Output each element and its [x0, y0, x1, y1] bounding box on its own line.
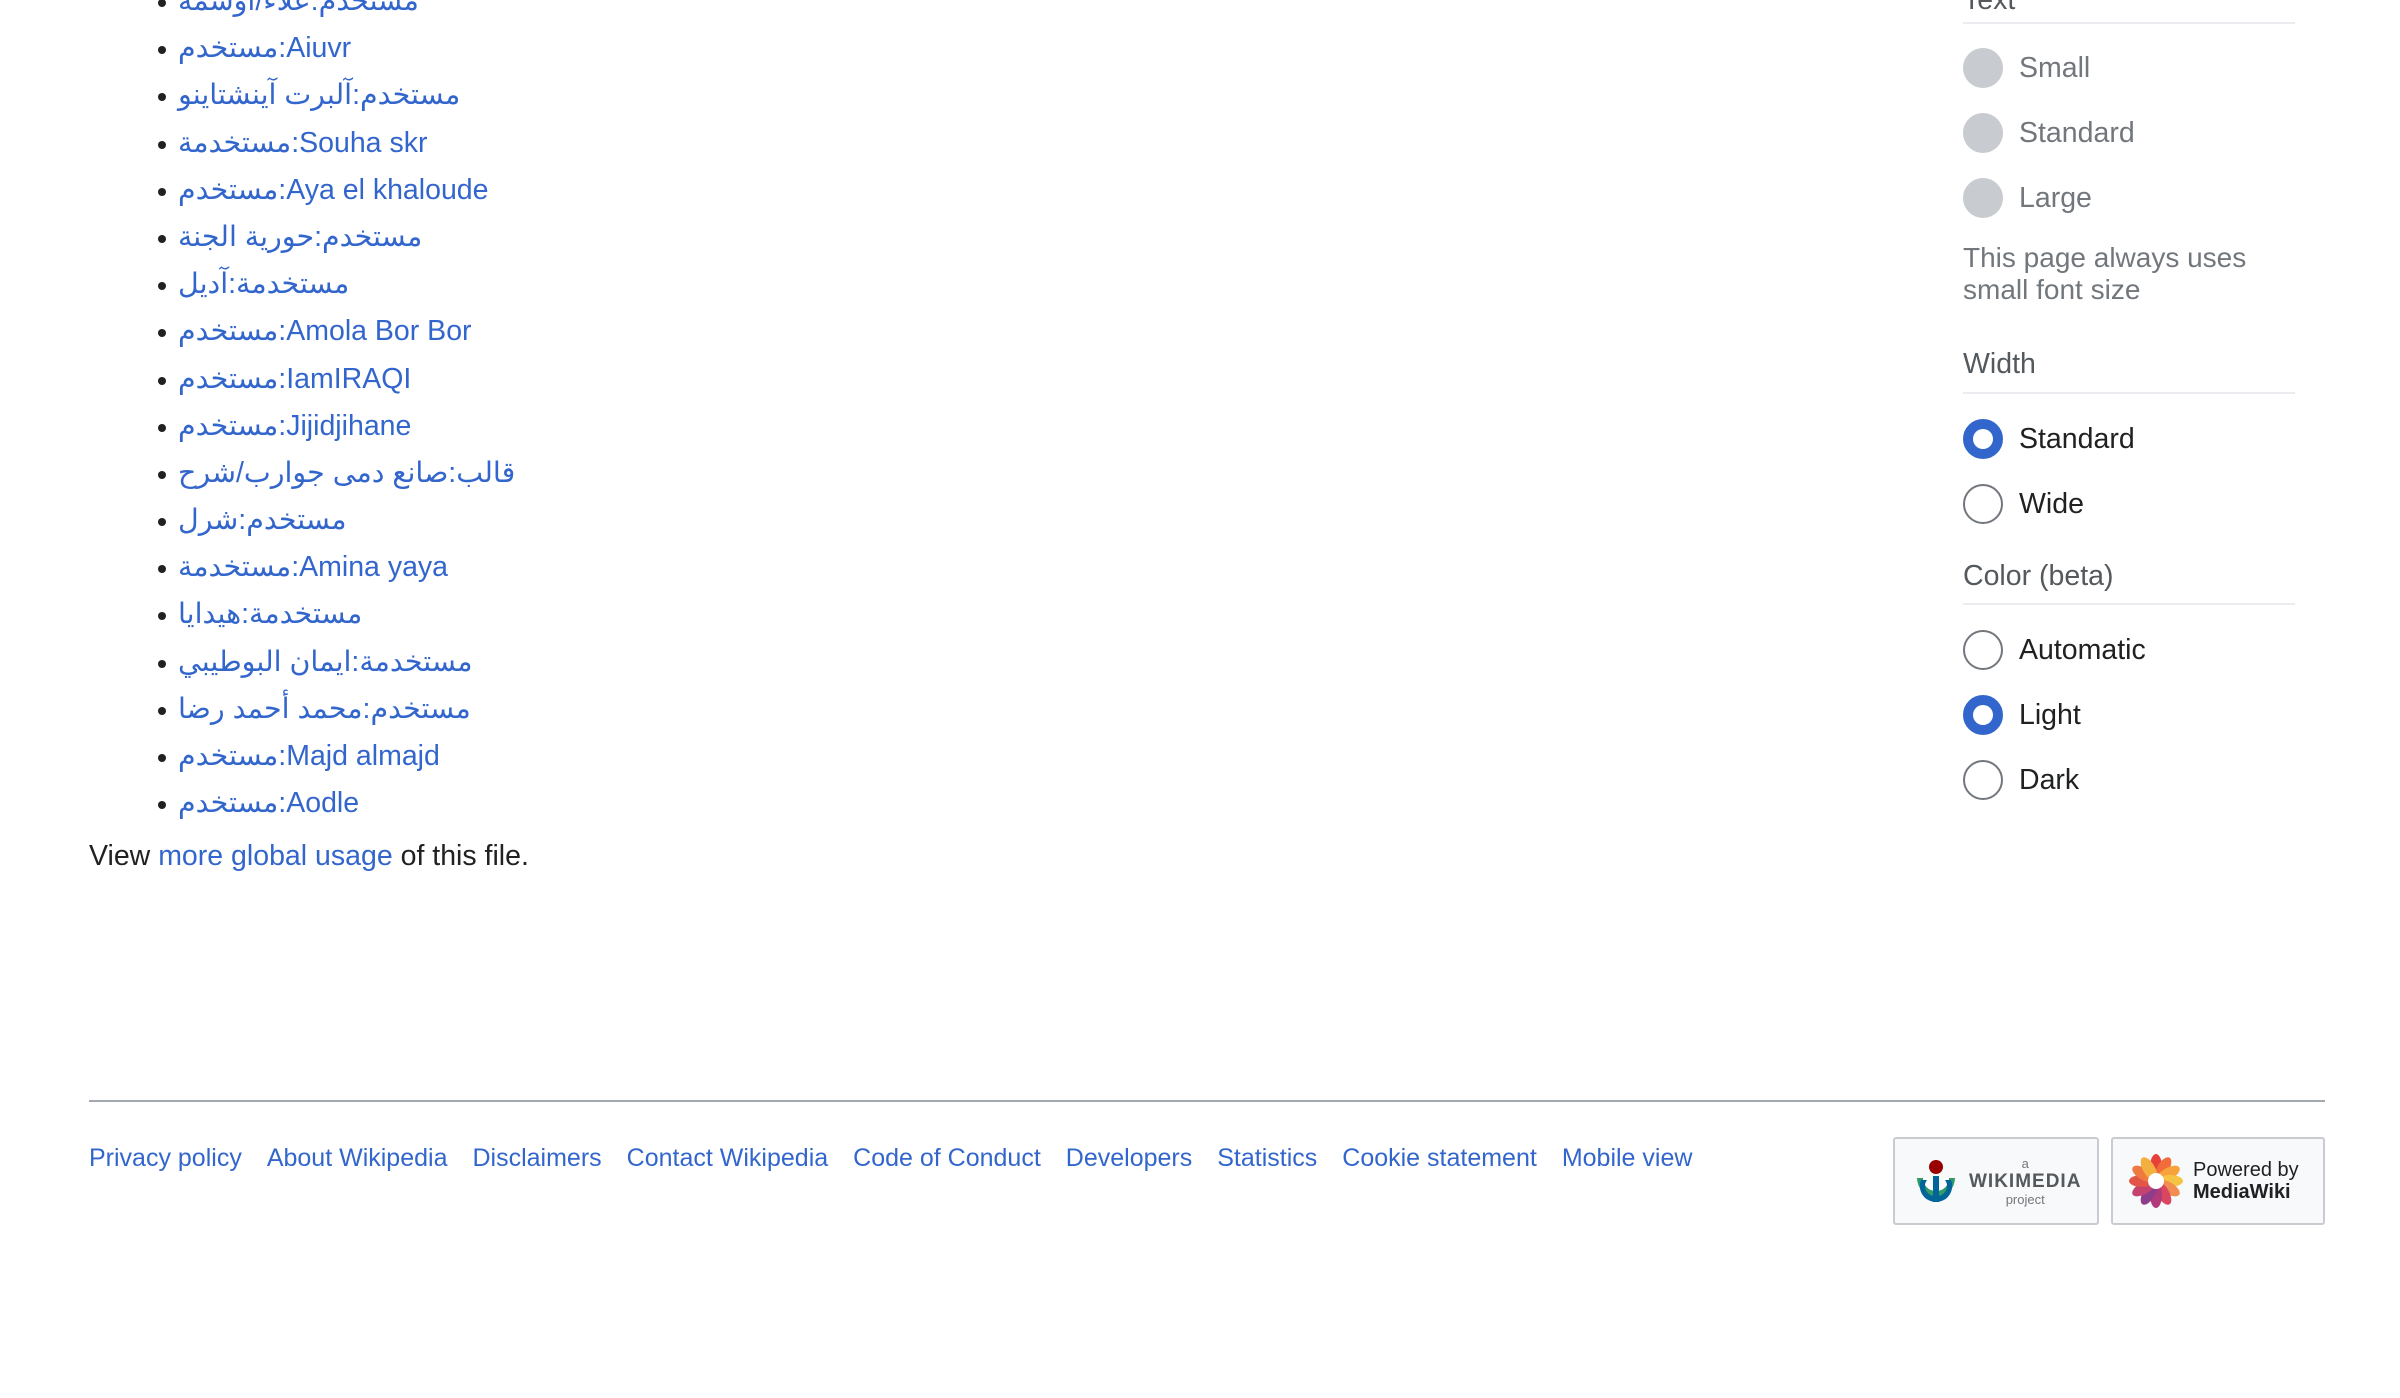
list-item: مستخدم:Aya el khaloude	[157, 167, 515, 214]
list-item: مستخدمة:Amina yaya	[157, 544, 515, 591]
section-divider	[1963, 22, 2295, 24]
section-divider	[1963, 392, 2295, 394]
footer-link-code-of-conduct[interactable]: Code of Conduct	[853, 1144, 1041, 1173]
footer-link-privacy-policy[interactable]: Privacy policy	[89, 1144, 242, 1173]
usage-link[interactable]: مستخدم:Aya el khaloude	[178, 174, 489, 206]
radio-color-light[interactable]	[1963, 695, 2003, 735]
wikimedia-project-badge[interactable]: a WIKIMEDIA project	[1893, 1137, 2099, 1225]
color-light-option[interactable]: Light	[1963, 695, 2081, 735]
usage-link[interactable]: مستخدمة:آديل	[178, 268, 349, 300]
powered-by-mediawiki-badge[interactable]: Powered by MediaWiki	[2111, 1137, 2325, 1225]
radio-label-width-standard: Standard	[2019, 422, 2135, 455]
radio-label-large: Large	[2019, 181, 2092, 214]
radio-width-standard[interactable]	[1963, 419, 2003, 459]
mediawiki-sunflower-icon	[2129, 1154, 2183, 1208]
list-item: مستخدمة:Souha skr	[157, 120, 515, 167]
footer-link-statistics[interactable]: Statistics	[1217, 1144, 1317, 1173]
footer-link-cookie-statement[interactable]: Cookie statement	[1342, 1144, 1537, 1173]
usage-link[interactable]: مستخدم:محمد أحمد رضا	[178, 693, 471, 725]
usage-link[interactable]: مستخدمة:Amina yaya	[178, 551, 448, 583]
usage-link[interactable]: مستخدم:Aiuvr	[178, 32, 351, 64]
color-section-title: Color (beta)	[1963, 560, 2114, 592]
usage-link[interactable]: مستخدم:Aodle	[178, 787, 359, 819]
usage-link[interactable]: مستخدمة:هيدايا	[178, 598, 362, 630]
list-item: قالب:صانع دمى جوارب/شرح	[157, 450, 515, 497]
more-global-usage-link[interactable]: more global usage	[158, 840, 393, 872]
list-item: مستخدمة:هيدايا	[157, 591, 515, 638]
radio-label-color-light: Light	[2019, 698, 2081, 731]
width-standard-option[interactable]: Standard	[1963, 419, 2135, 459]
list-item: مستخدم:Jijidjihane	[157, 403, 515, 450]
usage-link[interactable]: مستخدمة:Souha skr	[178, 127, 427, 159]
font-size-note: This page always uses small font size	[1963, 242, 2247, 305]
usage-link[interactable]: مستخدم:Jijidjihane	[178, 410, 411, 442]
usage-link[interactable]: مستخدم:شرل	[178, 504, 347, 536]
section-divider	[1963, 603, 2295, 605]
text-size-large-option[interactable]: Large	[1963, 178, 2092, 218]
radio-large[interactable]	[1963, 178, 2003, 218]
radio-color-automatic[interactable]	[1963, 630, 2003, 670]
usage-link[interactable]: مستخدم:علاء/أوسمة	[178, 0, 419, 17]
radio-label-standard-text: Standard	[2019, 116, 2135, 149]
usage-link[interactable]: قالب:صانع دمى جوارب/شرح	[178, 457, 515, 489]
list-item: مستخدم:Aiuvr	[157, 25, 515, 72]
text-size-small-option[interactable]: Small	[1963, 48, 2090, 88]
list-item: مستخدم:محمد أحمد رضا	[157, 686, 515, 733]
usage-link[interactable]: مستخدم:IamIRAQI	[178, 363, 411, 395]
usage-link[interactable]: مستخدمة:ايمان البوطيبي	[178, 646, 473, 678]
mediawiki-wordmark: Powered by MediaWiki	[2193, 1159, 2299, 1203]
radio-label-small: Small	[2019, 51, 2091, 84]
usage-link[interactable]: مستخدم:حورية الجنة	[178, 221, 422, 253]
list-item: مستخدم:حورية الجنة	[157, 214, 515, 261]
more-usage-prefix: View	[89, 840, 159, 872]
usage-link[interactable]: مستخدم:آلبرت آينشتاينو	[178, 79, 460, 111]
usage-link[interactable]: مستخدم:Amola Bor Bor	[178, 315, 472, 347]
list-item: مستخدم:شرل	[157, 497, 515, 544]
color-dark-option[interactable]: Dark	[1963, 760, 2079, 800]
footer-divider	[89, 1100, 2325, 1102]
width-wide-option[interactable]: Wide	[1963, 484, 2084, 524]
radio-small[interactable]	[1963, 48, 2003, 88]
list-item: مستخدم:Aodle	[157, 780, 515, 827]
list-item: مستخدم:Majd almajd	[157, 733, 515, 780]
radio-color-dark[interactable]	[1963, 760, 2003, 800]
radio-label-color-automatic: Automatic	[2019, 633, 2146, 666]
wikimedia-wordmark: a WIKIMEDIA project	[1969, 1155, 2082, 1207]
width-section-title: Width	[1963, 348, 2036, 380]
list-item: مستخدم:Amola Bor Bor	[157, 308, 515, 355]
footer-links: Privacy policy About Wikipedia Disclaime…	[89, 1144, 1717, 1173]
radio-width-wide[interactable]	[1963, 484, 2003, 524]
list-item: مستخدم:IamIRAQI	[157, 356, 515, 403]
footer-link-contact[interactable]: Contact Wikipedia	[627, 1144, 828, 1173]
global-usage-list: مستخدم:علاء/أوسمة مستخدم:Aiuvr مستخدم:آل…	[157, 0, 515, 827]
radio-standard-text[interactable]	[1963, 113, 2003, 153]
footer-link-developers[interactable]: Developers	[1066, 1144, 1192, 1173]
footer-link-about[interactable]: About Wikipedia	[267, 1144, 448, 1173]
wikimedia-logo-icon	[1917, 1160, 1955, 1203]
list-item: مستخدمة:ايمان البوطيبي	[157, 639, 515, 686]
text-section-title: Text	[1963, 0, 2016, 16]
radio-label-color-dark: Dark	[2019, 763, 2080, 796]
radio-label-width-wide: Wide	[2019, 487, 2084, 520]
more-usage-paragraph: View more global usage of this file.	[89, 836, 529, 876]
footer-link-mobile-view[interactable]: Mobile view	[1562, 1144, 1693, 1173]
list-item: مستخدم:علاء/أوسمة	[157, 0, 515, 25]
text-size-standard-option[interactable]: Standard	[1963, 113, 2135, 153]
footer-link-disclaimers[interactable]: Disclaimers	[472, 1144, 601, 1173]
list-item: مستخدمة:آديل	[157, 261, 515, 308]
usage-link[interactable]: مستخدم:Majd almajd	[178, 740, 440, 772]
list-item: مستخدم:آلبرت آينشتاينو	[157, 72, 515, 119]
color-automatic-option[interactable]: Automatic	[1963, 630, 2146, 670]
more-usage-suffix: of this file.	[392, 840, 529, 872]
